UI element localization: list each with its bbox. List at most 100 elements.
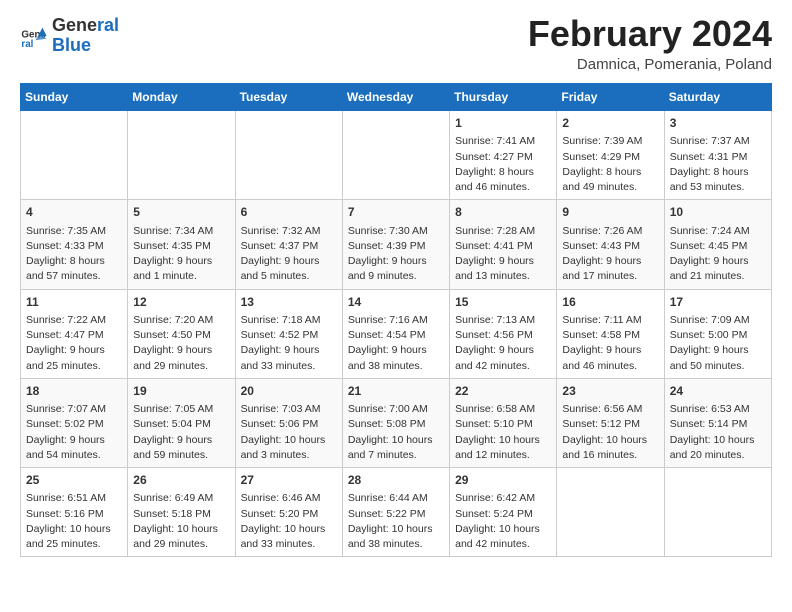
logo-icon: Gene ral xyxy=(20,22,48,50)
calendar-cell: 28 Sunrise: 6:44 AMSunset: 5:22 PMDayligh… xyxy=(342,468,449,557)
calendar-cell: 23 Sunrise: 6:56 AMSunset: 5:12 PMDayligh… xyxy=(557,378,664,467)
logo: Gene ral General Blue xyxy=(20,16,119,56)
col-header-saturday: Saturday xyxy=(664,84,771,111)
calendar-cell: 4 Sunrise: 7:35 AMSunset: 4:33 PMDaylight… xyxy=(21,200,128,289)
day-number: 10 xyxy=(670,204,766,221)
cell-details: Sunrise: 7:32 AMSunset: 4:37 PMDaylight:… xyxy=(241,224,337,285)
calendar-cell: 11 Sunrise: 7:22 AMSunset: 4:47 PMDayligh… xyxy=(21,289,128,378)
day-number: 13 xyxy=(241,294,337,311)
cell-details: Sunrise: 7:11 AMSunset: 4:58 PMDaylight:… xyxy=(562,313,658,374)
cell-details: Sunrise: 6:49 AMSunset: 5:18 PMDaylight:… xyxy=(133,491,229,552)
calendar-cell: 27 Sunrise: 6:46 AMSunset: 5:20 PMDayligh… xyxy=(235,468,342,557)
day-number: 21 xyxy=(348,383,444,400)
calendar-cell xyxy=(21,111,128,200)
cell-details: Sunrise: 7:37 AMSunset: 4:31 PMDaylight:… xyxy=(670,134,766,195)
cell-details: Sunrise: 6:46 AMSunset: 5:20 PMDaylight:… xyxy=(241,491,337,552)
calendar-cell: 14 Sunrise: 7:16 AMSunset: 4:54 PMDayligh… xyxy=(342,289,449,378)
calendar-cell xyxy=(342,111,449,200)
cell-details: Sunrise: 7:34 AMSunset: 4:35 PMDaylight:… xyxy=(133,224,229,285)
day-number: 23 xyxy=(562,383,658,400)
cell-details: Sunrise: 6:42 AMSunset: 5:24 PMDaylight:… xyxy=(455,491,551,552)
calendar-cell: 8 Sunrise: 7:28 AMSunset: 4:41 PMDaylight… xyxy=(450,200,557,289)
cell-details: Sunrise: 7:39 AMSunset: 4:29 PMDaylight:… xyxy=(562,134,658,195)
calendar-cell: 19Sunrise: 7:05 AMSunset: 5:04 PMDayligh… xyxy=(128,378,235,467)
cell-details: Sunrise: 6:51 AMSunset: 5:16 PMDaylight:… xyxy=(26,491,122,552)
col-header-friday: Friday xyxy=(557,84,664,111)
cell-details: Sunrise: 7:00 AMSunset: 5:08 PMDaylight:… xyxy=(348,402,444,463)
day-number: 29 xyxy=(455,472,551,489)
day-number: 22 xyxy=(455,383,551,400)
day-number: 6 xyxy=(241,204,337,221)
calendar-week-1: 1 Sunrise: 7:41 AMSunset: 4:27 PMDaylight… xyxy=(21,111,772,200)
cell-details: Sunrise: 6:58 AMSunset: 5:10 PMDaylight:… xyxy=(455,402,551,463)
day-number: 2 xyxy=(562,115,658,132)
day-number: 8 xyxy=(455,204,551,221)
day-number: 7 xyxy=(348,204,444,221)
calendar-cell: 22 Sunrise: 6:58 AMSunset: 5:10 PMDayligh… xyxy=(450,378,557,467)
cell-details: Sunrise: 7:30 AMSunset: 4:39 PMDaylight:… xyxy=(348,224,444,285)
day-number: 15 xyxy=(455,294,551,311)
cell-details: Sunrise: 7:35 AMSunset: 4:33 PMDaylight:… xyxy=(26,224,122,285)
calendar-cell: 17Sunrise: 7:09 AMSunset: 5:00 PMDayligh… xyxy=(664,289,771,378)
calendar-cell xyxy=(557,468,664,557)
calendar-header: SundayMondayTuesdayWednesdayThursdayFrid… xyxy=(21,84,772,111)
calendar-cell: 12Sunrise: 7:20 AMSunset: 4:50 PMDayligh… xyxy=(128,289,235,378)
calendar-cell: 29 Sunrise: 6:42 AMSunset: 5:24 PMDayligh… xyxy=(450,468,557,557)
day-number: 5 xyxy=(133,204,229,221)
calendar-cell: 10 Sunrise: 7:24 AMSunset: 4:45 PMDayligh… xyxy=(664,200,771,289)
day-number: 27 xyxy=(241,472,337,489)
day-number: 28 xyxy=(348,472,444,489)
day-number: 4 xyxy=(26,204,122,221)
logo-text: General Blue xyxy=(52,16,119,56)
location-subtitle: Damnica, Pomerania, Poland xyxy=(528,56,772,73)
cell-details: Sunrise: 7:18 AMSunset: 4:52 PMDaylight:… xyxy=(241,313,337,374)
page-header: Gene ral General Blue February 2024 Damn… xyxy=(20,16,772,73)
cell-details: Sunrise: 7:07 AMSunset: 5:02 PMDaylight:… xyxy=(26,402,122,463)
day-number: 9 xyxy=(562,204,658,221)
day-number: 3 xyxy=(670,115,766,132)
cell-details: Sunrise: 6:44 AMSunset: 5:22 PMDaylight:… xyxy=(348,491,444,552)
day-number: 24 xyxy=(670,383,766,400)
calendar-cell: 20Sunrise: 7:03 AMSunset: 5:06 PMDayligh… xyxy=(235,378,342,467)
cell-details: Sunrise: 7:26 AMSunset: 4:43 PMDaylight:… xyxy=(562,224,658,285)
cell-details: Sunrise: 6:53 AMSunset: 5:14 PMDaylight:… xyxy=(670,402,766,463)
calendar-cell: 7 Sunrise: 7:30 AMSunset: 4:39 PMDaylight… xyxy=(342,200,449,289)
day-number: 18 xyxy=(26,383,122,400)
cell-details: Sunrise: 6:56 AMSunset: 5:12 PMDaylight:… xyxy=(562,402,658,463)
calendar-cell xyxy=(235,111,342,200)
calendar-cell: 6 Sunrise: 7:32 AMSunset: 4:37 PMDaylight… xyxy=(235,200,342,289)
cell-details: Sunrise: 7:09 AMSunset: 5:00 PMDaylight:… xyxy=(670,313,766,374)
title-block: February 2024 Damnica, Pomerania, Poland xyxy=(528,16,772,73)
col-header-monday: Monday xyxy=(128,84,235,111)
calendar-cell: 3 Sunrise: 7:37 AMSunset: 4:31 PMDaylight… xyxy=(664,111,771,200)
cell-details: Sunrise: 7:24 AMSunset: 4:45 PMDaylight:… xyxy=(670,224,766,285)
calendar-week-3: 11 Sunrise: 7:22 AMSunset: 4:47 PMDayligh… xyxy=(21,289,772,378)
calendar-cell: 2 Sunrise: 7:39 AMSunset: 4:29 PMDaylight… xyxy=(557,111,664,200)
cell-details: Sunrise: 7:20 AMSunset: 4:50 PMDaylight:… xyxy=(133,313,229,374)
col-header-wednesday: Wednesday xyxy=(342,84,449,111)
cell-details: Sunrise: 7:28 AMSunset: 4:41 PMDaylight:… xyxy=(455,224,551,285)
calendar-cell: 9 Sunrise: 7:26 AMSunset: 4:43 PMDaylight… xyxy=(557,200,664,289)
calendar-cell: 1 Sunrise: 7:41 AMSunset: 4:27 PMDaylight… xyxy=(450,111,557,200)
cell-details: Sunrise: 7:41 AMSunset: 4:27 PMDaylight:… xyxy=(455,134,551,195)
calendar-cell: 13 Sunrise: 7:18 AMSunset: 4:52 PMDayligh… xyxy=(235,289,342,378)
calendar-cell: 25Sunrise: 6:51 AMSunset: 5:16 PMDayligh… xyxy=(21,468,128,557)
day-number: 26 xyxy=(133,472,229,489)
calendar-cell: 16 Sunrise: 7:11 AMSunset: 4:58 PMDayligh… xyxy=(557,289,664,378)
day-number: 16 xyxy=(562,294,658,311)
calendar-cell: 24 Sunrise: 6:53 AMSunset: 5:14 PMDayligh… xyxy=(664,378,771,467)
col-header-thursday: Thursday xyxy=(450,84,557,111)
calendar-cell xyxy=(664,468,771,557)
day-number: 1 xyxy=(455,115,551,132)
cell-details: Sunrise: 7:05 AMSunset: 5:04 PMDaylight:… xyxy=(133,402,229,463)
day-number: 20 xyxy=(241,383,337,400)
calendar-week-2: 4 Sunrise: 7:35 AMSunset: 4:33 PMDaylight… xyxy=(21,200,772,289)
calendar-cell: 26 Sunrise: 6:49 AMSunset: 5:18 PMDayligh… xyxy=(128,468,235,557)
cell-details: Sunrise: 7:22 AMSunset: 4:47 PMDaylight:… xyxy=(26,313,122,374)
calendar-cell: 18 Sunrise: 7:07 AMSunset: 5:02 PMDayligh… xyxy=(21,378,128,467)
day-number: 14 xyxy=(348,294,444,311)
cell-details: Sunrise: 7:16 AMSunset: 4:54 PMDaylight:… xyxy=(348,313,444,374)
calendar-table: SundayMondayTuesdayWednesdayThursdayFrid… xyxy=(20,83,772,557)
calendar-cell: 15Sunrise: 7:13 AMSunset: 4:56 PMDayligh… xyxy=(450,289,557,378)
day-number: 11 xyxy=(26,294,122,311)
